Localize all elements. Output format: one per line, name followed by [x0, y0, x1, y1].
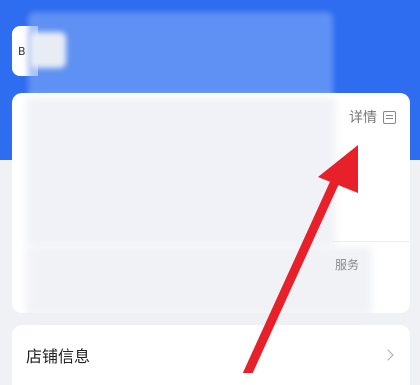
- blurred-stats-area: [26, 97, 336, 247]
- blurred-avatar: [30, 32, 66, 68]
- details-link[interactable]: 详情: [349, 107, 396, 127]
- chevron-right-icon: [382, 349, 394, 361]
- overview-card: 详情 服务: [12, 93, 410, 317]
- document-list-icon: [383, 110, 396, 124]
- service-label[interactable]: 服务: [335, 256, 359, 273]
- card-divider: [332, 241, 410, 242]
- side-tab-text: B: [18, 44, 26, 58]
- blurred-shortcut-area: [26, 247, 372, 317]
- details-label: 详情: [349, 110, 377, 126]
- shop-info-row[interactable]: 店铺信息: [12, 325, 410, 385]
- shop-info-label: 店铺信息: [26, 347, 91, 366]
